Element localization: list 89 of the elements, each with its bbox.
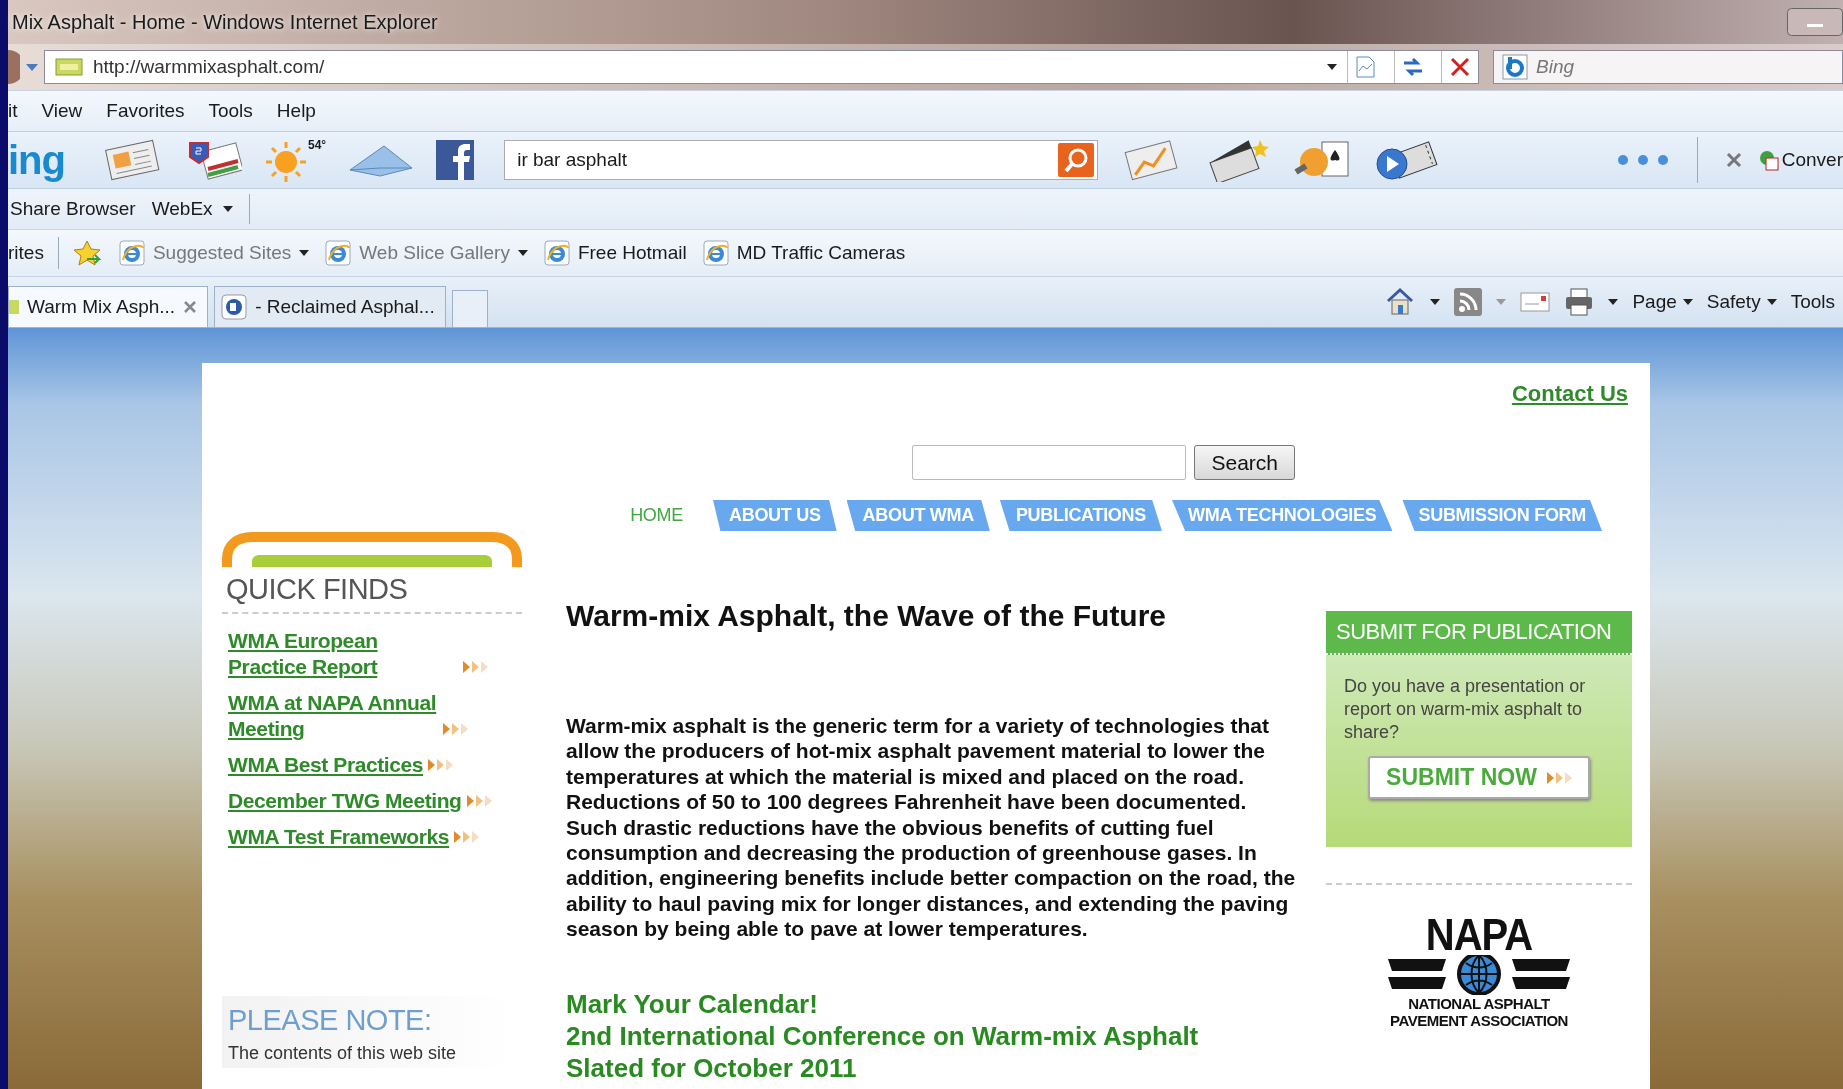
ie-page-icon [702, 240, 729, 266]
video-icon[interactable] [1374, 138, 1441, 182]
search-field[interactable]: Bing [1493, 50, 1843, 84]
favorites-link[interactable]: Suggested Sites [152, 242, 292, 264]
arrows-icon [454, 831, 480, 843]
calendar-heading: Mark Your Calendar! [566, 987, 819, 1020]
quick-find-link[interactable]: WMA Best Practices [228, 752, 424, 778]
bing-logo: ing [8, 137, 66, 183]
logo-text: PAVEMENT ASSOCIATION [1390, 1012, 1568, 1029]
stop-icon[interactable] [1448, 55, 1472, 79]
temperature-text: 54° [308, 138, 327, 152]
traffic-map-icon[interactable] [186, 139, 242, 181]
article-body: Warm-mix asphalt is the generic term for a variety of technologies that allow the producers of hot-mix asphalt pavement material to lower the temperatures at which the material is mixed and placed on the road. Reductions of 50 to 100 degrees Fahrenheit have been documented. Such drastic reductions have the obvious benefits of cutting fuel consumption and decreasing the production of greenhouse gases. In addition, engineering benefits include better compaction on the road, the ability to haul paving mix for longer distances, and extending the paving season by being able to pave at lower temperatures. [566, 713, 1297, 942]
refresh-icon[interactable] [1401, 55, 1425, 79]
caret-icon[interactable] [1608, 299, 1619, 305]
search-placeholder: Bing [1536, 56, 1575, 78]
back-button[interactable] [8, 50, 20, 84]
print-icon[interactable] [1564, 287, 1595, 317]
arrows-icon [466, 795, 492, 807]
dropdown-icon[interactable] [1327, 64, 1337, 70]
address-field[interactable]: http://warmmixasphalt.com/ [44, 50, 1479, 84]
caret-icon[interactable] [1682, 299, 1693, 305]
browser-tab[interactable]: - Reclaimed Asphal... [214, 286, 446, 327]
section-heading: QUICK FINDS [222, 567, 522, 614]
submit-text: Do you have a presentation or report on warm-mix asphalt to share? [1343, 675, 1587, 744]
quick-find-link[interactable]: WMA Test Frameworks [228, 824, 450, 850]
site-favicon [9, 297, 19, 317]
quick-find-link[interactable]: WMA European Practice Report [228, 628, 458, 680]
film-clapper-icon[interactable] [1206, 138, 1271, 182]
toolbar-link[interactable]: WebEx [151, 198, 213, 220]
search-input[interactable] [912, 445, 1187, 480]
search-button[interactable]: Search [1194, 445, 1295, 480]
feed-icon[interactable] [1454, 288, 1483, 316]
globe-emblem-icon [1388, 955, 1570, 995]
logo-text: NAPA [1425, 913, 1533, 957]
caret-icon[interactable] [299, 250, 310, 256]
calendar-heading: Slated for October 2011 [566, 1051, 858, 1084]
facebook-icon[interactable] [436, 140, 475, 180]
quick-find-link[interactable]: December TWG Meeting [228, 788, 462, 814]
bing-icon [1502, 54, 1528, 80]
menu-item[interactable]: Favorites [106, 97, 185, 125]
arrows-icon [443, 723, 468, 735]
note-text: The contents of this web site [228, 1043, 458, 1064]
article-title: Warm-mix Asphalt, the Wave of the Future [566, 599, 1168, 633]
convert-icon[interactable] [1757, 149, 1780, 171]
command-menu[interactable]: Tools [1790, 291, 1835, 313]
read-mail-icon[interactable] [1520, 290, 1551, 314]
menu-item[interactable]: View [41, 97, 83, 125]
ie-page-icon [325, 240, 352, 266]
contact-link[interactable]: Contact Us [1511, 381, 1628, 407]
command-menu[interactable]: Page [1632, 291, 1693, 313]
search-icon[interactable] [1058, 143, 1095, 177]
minimize-button[interactable] [1787, 8, 1843, 36]
menu-item[interactable]: Help [276, 97, 316, 125]
page-favicon [221, 294, 248, 320]
ie-page-icon [118, 240, 145, 266]
arrows-icon [1546, 771, 1572, 784]
menu-item[interactable]: Tools [208, 97, 253, 125]
compatibility-icon[interactable] [1354, 55, 1378, 79]
quick-find-link[interactable]: WMA at NAPA Annual Meeting [228, 690, 438, 742]
caret-icon[interactable] [1430, 299, 1441, 305]
favorites-link[interactable]: Free Hotmail [577, 242, 687, 264]
search-value: ir bar asphalt [517, 149, 627, 171]
note-heading: PLEASE NOTE: [228, 1004, 433, 1037]
calendar-heading: 2nd International Conference on Warm-mix Asphalt [566, 1019, 1200, 1052]
submit-heading: SUBMIT FOR PUBLICATION [1326, 611, 1632, 655]
convert-button[interactable]: Conver [1781, 149, 1843, 171]
add-favorites-icon[interactable] [72, 239, 103, 267]
arrows-icon [428, 759, 454, 771]
browser-tab[interactable]: Warm Mix Asph... [8, 286, 209, 327]
arrows-icon [463, 661, 488, 673]
favorites-link[interactable]: MD Traffic Cameras [736, 242, 906, 264]
close-tab-icon[interactable] [183, 300, 198, 314]
more-icon[interactable] [1616, 154, 1669, 166]
toolbar-link[interactable]: Share Browser [10, 198, 136, 220]
command-menu[interactable]: Safety [1706, 291, 1777, 313]
favorites-link[interactable]: Web Slice Gallery [359, 242, 510, 264]
ie-page-icon [543, 240, 570, 266]
close-icon[interactable] [1725, 152, 1742, 168]
caret-icon[interactable] [1766, 299, 1777, 305]
search-field[interactable]: ir bar asphalt [504, 140, 1099, 180]
url-text: http://warmmixasphalt.com/ [93, 56, 326, 78]
window-title: Mix Asphalt - Home - Windows Internet Explorer [12, 10, 438, 34]
menu-item[interactable]: it [8, 97, 18, 125]
caret-icon[interactable] [517, 250, 528, 256]
logo-text: NATIONAL ASPHALT [1408, 995, 1550, 1012]
caret-icon[interactable] [222, 206, 233, 212]
site-favicon [55, 56, 83, 78]
favorites-label[interactable]: rites [8, 242, 44, 264]
